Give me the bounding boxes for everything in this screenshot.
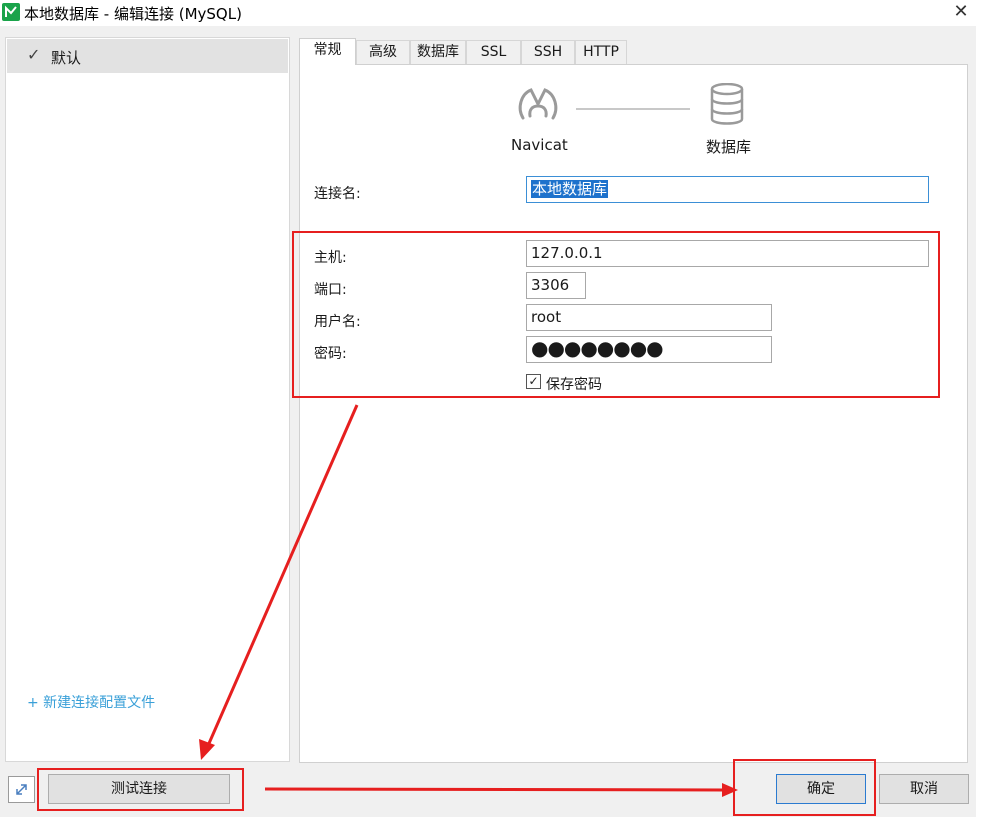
arrow-line-down (205, 404, 359, 749)
arrow-line-right (264, 787, 726, 792)
arrow-head-right (722, 783, 738, 797)
arrow-head-down (199, 739, 215, 760)
annotation-arrows (199, 404, 738, 797)
tab-general[interactable]: 常规 (299, 38, 356, 65)
